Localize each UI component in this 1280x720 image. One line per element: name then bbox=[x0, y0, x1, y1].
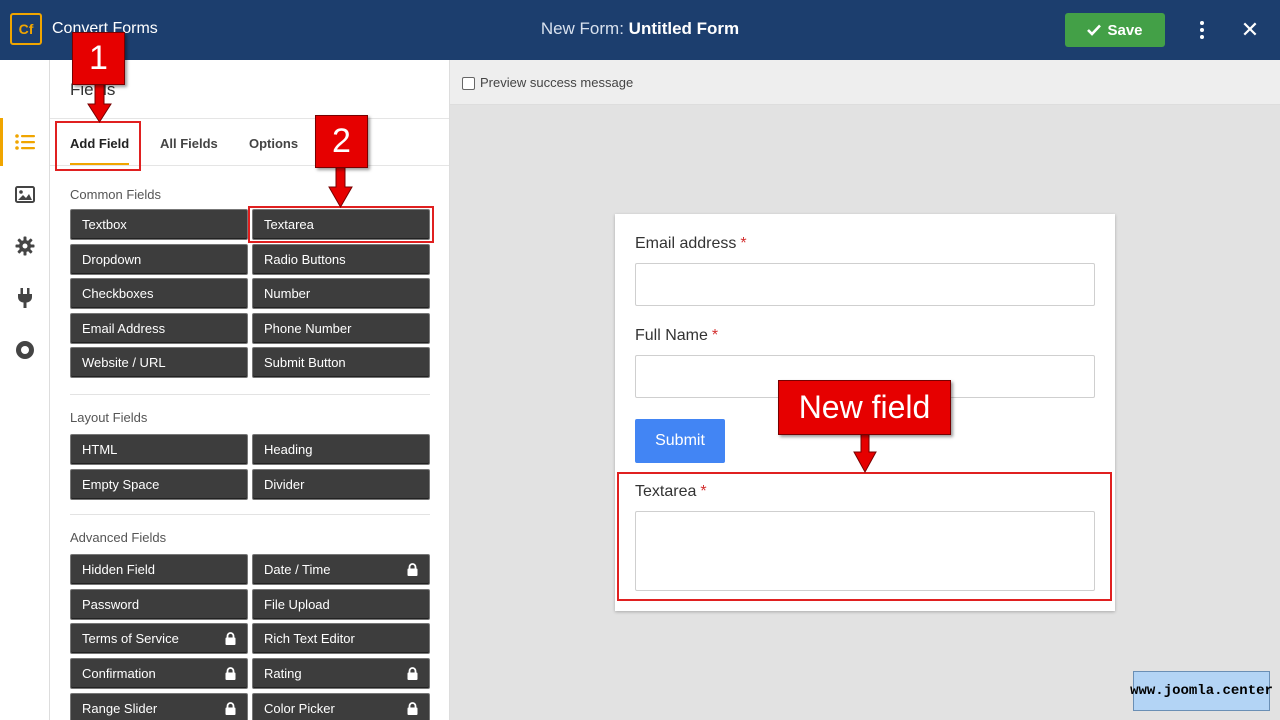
field-button-label: Rich Text Editor bbox=[264, 631, 355, 647]
field-button-label: Website / URL bbox=[82, 355, 166, 370]
lock-icon bbox=[225, 632, 236, 646]
watermark: www.joomla.center bbox=[1130, 671, 1273, 711]
email-field-label: Email address * bbox=[635, 235, 747, 252]
field-button-label: Heading bbox=[264, 442, 313, 457]
field-button-phone-number[interactable]: Phone Number bbox=[252, 312, 430, 344]
rail-item-fields[interactable] bbox=[0, 118, 50, 166]
lock-icon bbox=[407, 701, 418, 715]
close-icon[interactable]: ✕ bbox=[1238, 17, 1262, 43]
field-button-range-slider[interactable]: Range Slider bbox=[70, 692, 248, 720]
field-button-number[interactable]: Number bbox=[252, 278, 430, 309]
field-button-label: Empty Space bbox=[82, 476, 160, 492]
image-icon bbox=[15, 185, 35, 203]
field-button-label: Textbox bbox=[82, 217, 127, 232]
field-button-label: Date / Time bbox=[264, 562, 331, 577]
canvas-toolbar: Preview success message bbox=[450, 60, 1280, 105]
rail-item-integrations[interactable] bbox=[0, 274, 50, 322]
submit-button[interactable]: Submit bbox=[635, 419, 725, 463]
field-button-label: Dropdown bbox=[82, 251, 142, 267]
field-button-rich-text-editor[interactable]: Rich Text Editor bbox=[252, 623, 430, 655]
field-button-label: Confirmation bbox=[82, 666, 156, 682]
rail-item-settings[interactable] bbox=[0, 222, 50, 270]
callout-new-field: New field bbox=[778, 380, 951, 435]
field-button-radio-buttons[interactable]: Radio Buttons bbox=[252, 243, 430, 275]
field-button-rating[interactable]: Rating bbox=[252, 658, 430, 690]
field-button-label: Hidden Field bbox=[82, 562, 155, 577]
tab-all-fields[interactable]: All Fields bbox=[160, 136, 218, 151]
field-button-terms-of-service[interactable]: Terms of Service bbox=[70, 623, 248, 655]
field-button-dropdown[interactable]: Dropdown bbox=[70, 243, 248, 275]
field-button-label: Range Slider bbox=[82, 700, 158, 716]
preview-success-checkbox[interactable] bbox=[462, 77, 475, 90]
field-button-label: Color Picker bbox=[264, 700, 335, 716]
field-button-label: HTML bbox=[82, 442, 118, 457]
plug-icon bbox=[18, 288, 32, 308]
highlight-new-field bbox=[617, 472, 1112, 601]
field-button-label: Radio Buttons bbox=[264, 251, 346, 267]
field-button-label: Submit Button bbox=[264, 355, 346, 370]
lock-icon bbox=[407, 667, 418, 681]
list-icon bbox=[15, 134, 35, 150]
field-button-website-url[interactable]: Website / URL bbox=[70, 347, 248, 378]
field-button-hidden-field[interactable]: Hidden Field bbox=[70, 554, 248, 585]
circle-dot-icon bbox=[16, 341, 34, 359]
field-button-label: Terms of Service bbox=[82, 631, 179, 647]
section-common-fields: Common Fields bbox=[70, 187, 162, 202]
field-button-label: Password bbox=[82, 596, 140, 612]
kebab-menu-icon[interactable] bbox=[1190, 17, 1214, 43]
save-button[interactable]: Save bbox=[1065, 13, 1165, 47]
required-mark: * bbox=[740, 235, 747, 252]
callout-step-1: 1 bbox=[72, 32, 125, 85]
required-mark: * bbox=[711, 327, 719, 344]
full-name-field-label: Full Name * bbox=[635, 327, 719, 344]
field-button-label: Email Address bbox=[82, 320, 166, 336]
lock-icon bbox=[225, 667, 236, 681]
save-label: Save bbox=[1107, 21, 1143, 39]
field-button-label: Divider bbox=[264, 476, 305, 492]
field-button-html[interactable]: HTML bbox=[70, 434, 248, 465]
field-button-label: Number bbox=[264, 286, 311, 301]
field-button-color-picker[interactable]: Color Picker bbox=[252, 692, 430, 720]
highlight-textarea-button bbox=[248, 206, 434, 243]
preview-success-label: Preview success message bbox=[480, 75, 634, 90]
section-advanced-fields: Advanced Fields bbox=[70, 530, 167, 545]
field-button-label: Phone Number bbox=[264, 320, 352, 336]
field-button-confirmation[interactable]: Confirmation bbox=[70, 658, 248, 690]
field-button-submit-button[interactable]: Submit Button bbox=[252, 347, 430, 378]
section-divider bbox=[70, 394, 430, 395]
field-button-label: Checkboxes bbox=[82, 286, 154, 301]
top-bar: Cf Convert Forms New Form: Untitled Form… bbox=[0, 0, 1280, 60]
check-icon bbox=[1087, 24, 1102, 36]
section-layout-fields: Layout Fields bbox=[70, 410, 148, 425]
section-divider bbox=[70, 514, 430, 515]
field-button-label: File Upload bbox=[264, 596, 330, 612]
email-field[interactable] bbox=[635, 263, 1095, 306]
field-button-date-time[interactable]: Date / Time bbox=[252, 554, 430, 585]
form-title-name: Untitled Form bbox=[628, 19, 740, 38]
lock-icon bbox=[407, 563, 418, 576]
gear-icon bbox=[15, 236, 35, 256]
lock-icon bbox=[225, 701, 236, 715]
field-button-checkboxes[interactable]: Checkboxes bbox=[70, 278, 248, 309]
rail-item-behavior[interactable] bbox=[0, 326, 50, 374]
field-button-email-address[interactable]: Email Address bbox=[70, 312, 248, 344]
field-button-divider[interactable]: Divider bbox=[252, 468, 430, 500]
icon-rail bbox=[0, 60, 50, 720]
callout-step-2: 2 bbox=[315, 115, 368, 168]
field-button-label: Rating bbox=[264, 666, 302, 682]
highlight-add-field-tab bbox=[55, 121, 141, 171]
field-button-heading[interactable]: Heading bbox=[252, 434, 430, 465]
field-button-file-upload[interactable]: File Upload bbox=[252, 588, 430, 620]
field-button-empty-space[interactable]: Empty Space bbox=[70, 468, 248, 500]
field-button-textbox[interactable]: Textbox bbox=[70, 209, 248, 240]
rail-item-design[interactable] bbox=[0, 170, 50, 218]
form-title-prefix: New Form: bbox=[540, 19, 624, 38]
tab-options[interactable]: Options bbox=[249, 136, 298, 151]
field-button-password[interactable]: Password bbox=[70, 588, 248, 620]
